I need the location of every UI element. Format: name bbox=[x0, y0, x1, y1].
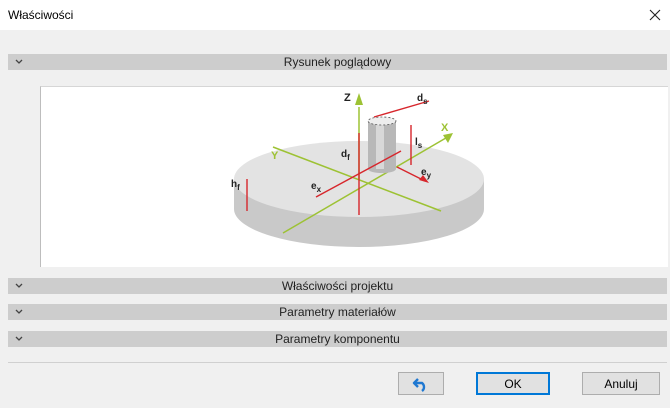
section-header-component[interactable]: Parametry komponentu bbox=[8, 331, 667, 347]
window-title: Właściwości bbox=[8, 8, 74, 22]
close-button[interactable] bbox=[640, 0, 670, 30]
chevron-down-icon bbox=[15, 283, 23, 288]
section-label-material: Parametry materiałów bbox=[279, 305, 396, 319]
undo-button[interactable] bbox=[398, 372, 444, 395]
chevron-down-icon bbox=[15, 336, 23, 341]
section-label-project: Właściwości projektu bbox=[281, 279, 394, 293]
title-bar: Właściwości bbox=[0, 0, 670, 30]
y-label: Y bbox=[271, 150, 279, 162]
chevron-down-icon bbox=[15, 309, 23, 314]
drawing-panel: Z X Y ds ls df hf ex ey bbox=[40, 86, 668, 267]
cancel-button[interactable]: Anuluj bbox=[582, 372, 660, 395]
chevron-down-icon bbox=[15, 59, 23, 64]
ok-button[interactable]: OK bbox=[476, 372, 550, 395]
section-header-project[interactable]: Właściwości projektu bbox=[8, 278, 667, 294]
undo-icon bbox=[412, 377, 426, 392]
section-label-drawing: Rysunek poglądowy bbox=[283, 55, 392, 69]
section-header-material[interactable]: Parametry materiałów bbox=[8, 304, 667, 320]
x-label: X bbox=[441, 122, 449, 134]
section-label-component: Parametry komponentu bbox=[275, 332, 400, 346]
z-label: Z bbox=[344, 92, 351, 104]
close-icon bbox=[649, 9, 661, 21]
illustration: Z X Y ds ls df hf ex ey bbox=[231, 92, 484, 247]
footer-separator bbox=[8, 362, 667, 363]
section-header-drawing[interactable]: Rysunek poglądowy bbox=[8, 54, 667, 70]
